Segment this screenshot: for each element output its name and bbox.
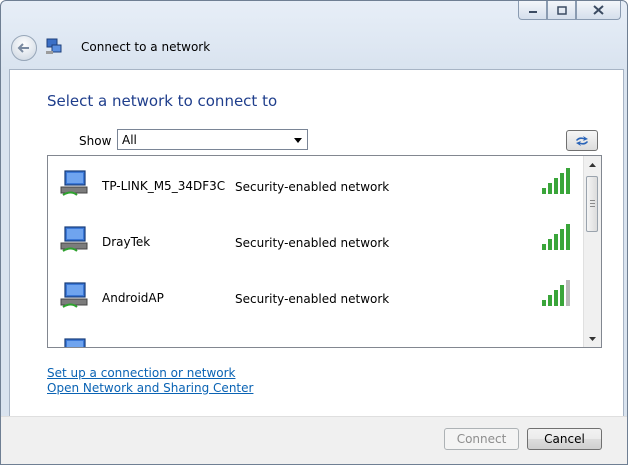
signal-bar — [554, 234, 558, 250]
network-security: Security-enabled network — [235, 236, 390, 250]
signal-strength-icon — [542, 168, 570, 194]
scroll-up-button[interactable] — [584, 156, 601, 173]
network-icon — [46, 38, 62, 54]
show-filter-value: All — [122, 133, 137, 147]
show-filter-dropdown[interactable]: All — [117, 129, 308, 150]
signal-bar — [554, 290, 558, 306]
minimize-button[interactable] — [518, 1, 547, 20]
wireless-network-icon — [64, 338, 86, 347]
signal-bar — [560, 285, 564, 306]
grip-line — [590, 200, 595, 201]
network-security: Security-enabled network — [235, 292, 390, 306]
caption-buttons — [518, 1, 621, 20]
signal-bar — [548, 295, 552, 306]
signal-bar — [566, 168, 570, 194]
network-security: Security-enabled network — [235, 180, 390, 194]
window-title: Connect to a network — [81, 40, 211, 54]
close-icon — [593, 5, 604, 15]
signal-bar — [566, 280, 570, 306]
signal-bar — [542, 188, 546, 194]
show-label: Show — [79, 134, 112, 148]
signal-bar — [548, 183, 552, 194]
scroll-down-button[interactable] — [584, 330, 601, 347]
network-list[interactable]: TP-LINK_M5_34DF3C Security-enabled netwo… — [47, 155, 602, 348]
chevron-down-icon — [294, 138, 302, 143]
maximize-icon — [556, 5, 567, 15]
signal-strength-icon — [542, 224, 570, 250]
connect-button[interactable]: Connect — [444, 428, 519, 450]
signal-bar — [548, 239, 552, 250]
scroll-down-icon — [589, 336, 596, 341]
scroll-up-icon — [589, 162, 596, 167]
signal-bar — [560, 229, 564, 250]
list-scrollbar[interactable] — [583, 156, 601, 347]
network-sharing-center-link[interactable]: Open Network and Sharing Center — [47, 381, 253, 395]
close-button[interactable] — [576, 1, 621, 20]
connect-network-window: Connect to a network Select a network to… — [0, 0, 628, 465]
grip-line — [590, 206, 595, 207]
signal-bar — [566, 224, 570, 250]
wireless-network-icon — [60, 282, 88, 308]
wireless-network-icon — [60, 226, 88, 252]
page-heading: Select a network to connect to — [47, 92, 278, 110]
network-name: AndroidAP — [102, 291, 164, 305]
grip-line — [590, 203, 595, 204]
footer-bar: Connect Cancel — [1, 416, 627, 464]
setup-connection-link[interactable]: Set up a connection or network — [47, 366, 235, 380]
scroll-thumb[interactable] — [586, 176, 598, 232]
minimize-icon — [528, 11, 537, 13]
network-row-partial[interactable] — [48, 324, 583, 348]
refresh-icon — [576, 135, 588, 146]
network-row[interactable]: AndroidAP Security-enabled network — [48, 268, 583, 324]
titlebar: Connect to a network — [1, 31, 627, 67]
content-pane: Select a network to connect to Show All … — [9, 69, 624, 417]
signal-strength-icon — [542, 280, 570, 306]
maximize-button[interactable] — [547, 1, 576, 20]
network-name: DrayTek — [102, 235, 151, 249]
signal-bar — [542, 244, 546, 250]
signal-bar — [560, 173, 564, 194]
back-button[interactable] — [11, 35, 37, 61]
network-row[interactable]: DrayTek Security-enabled network — [48, 212, 583, 268]
cancel-button[interactable]: Cancel — [527, 428, 602, 450]
signal-bar — [542, 300, 546, 306]
wireless-network-icon — [60, 170, 88, 196]
back-arrow-icon — [17, 43, 29, 53]
signal-bar — [554, 178, 558, 194]
network-row[interactable]: TP-LINK_M5_34DF3C Security-enabled netwo… — [48, 156, 583, 212]
network-name: TP-LINK_M5_34DF3C — [102, 179, 226, 193]
refresh-button[interactable] — [566, 130, 598, 151]
signal-strength-icon — [540, 336, 572, 348]
